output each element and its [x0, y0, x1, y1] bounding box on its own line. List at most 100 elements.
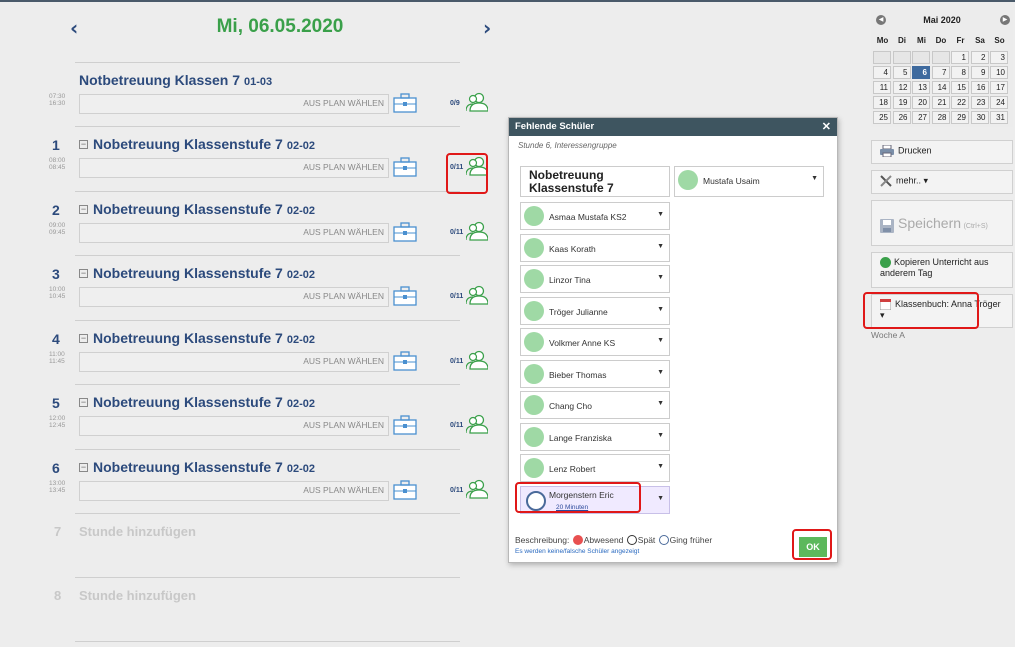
add-lesson-row[interactable]: 8 Stunde hinzufügen	[0, 578, 500, 638]
wrong-students-link[interactable]: Es werden keine/falsche Schüler angezeig…	[515, 548, 639, 555]
calendar-day[interactable]: 23	[970, 96, 989, 109]
lesson-title[interactable]: − Nobetreuung Klassenstufe 7 02-02	[79, 265, 315, 281]
lesson-title[interactable]: − Nobetreuung Klassenstufe 7 02-02	[79, 136, 315, 152]
collapse-icon[interactable]: −	[79, 463, 88, 472]
copy-lesson-button[interactable]: Kopieren Unterricht aus anderem Tag	[871, 252, 1013, 288]
calendar-day[interactable]: 17	[990, 81, 1008, 94]
chevron-down-icon[interactable]: ▼	[657, 400, 664, 407]
chevron-down-icon[interactable]: ▼	[811, 175, 818, 182]
calendar-day[interactable]: 14	[931, 81, 950, 94]
calendar-day[interactable]: 12	[892, 81, 911, 94]
calendar-day[interactable]: 19	[892, 96, 911, 109]
chevron-down-icon[interactable]: ▼	[657, 463, 664, 470]
briefcase-icon[interactable]	[393, 157, 417, 177]
calendar-next-icon[interactable]: ▶	[1000, 15, 1010, 25]
collapse-icon[interactable]: −	[79, 334, 88, 343]
calendar-day[interactable]: 11	[873, 81, 891, 94]
calendar-day[interactable]: 24	[990, 96, 1008, 109]
calendar-day[interactable]: 9	[970, 66, 989, 79]
add-lesson-label[interactable]: Stunde hinzufügen	[79, 524, 196, 539]
student-select[interactable]: Bieber Thomas ▼	[520, 359, 670, 388]
calendar-day[interactable]: 18	[873, 96, 891, 109]
chevron-down-icon[interactable]: ▼	[657, 432, 664, 439]
collapse-icon[interactable]: −	[79, 269, 88, 278]
students-icon[interactable]	[465, 414, 489, 434]
add-lesson-label[interactable]: Stunde hinzufügen	[79, 588, 196, 603]
calendar-day[interactable]: 22	[951, 96, 969, 109]
student-select[interactable]: Lange Franziska ▼	[520, 422, 670, 451]
student-select[interactable]: Chang Cho ▼	[520, 391, 670, 419]
plan-select-field[interactable]: AUS PLAN WÄHLEN	[79, 158, 389, 178]
plan-select-field[interactable]: AUS PLAN WÄHLEN	[79, 481, 389, 501]
add-lesson-row[interactable]: 7 Stunde hinzufügen	[0, 514, 500, 574]
lesson-title[interactable]: − Nobetreuung Klassenstufe 7 02-02	[79, 394, 315, 410]
plan-select-field[interactable]: AUS PLAN WÄHLEN	[79, 223, 389, 243]
close-icon[interactable]: ✕	[822, 120, 831, 133]
students-icon[interactable]	[465, 221, 489, 241]
student-select[interactable]: Volkmer Anne KS ▼	[520, 328, 670, 356]
student-select[interactable]: Linzor Tina ▼	[520, 265, 670, 293]
calendar-day[interactable]: 29	[951, 111, 969, 124]
plan-select-field[interactable]: AUS PLAN WÄHLEN	[79, 416, 389, 436]
students-icon[interactable]	[465, 285, 489, 305]
calendar-day[interactable]: 4	[873, 66, 891, 79]
chevron-down-icon[interactable]: ▼	[657, 369, 664, 376]
calendar-day[interactable]: 16	[970, 81, 989, 94]
briefcase-icon[interactable]	[393, 286, 417, 306]
student-select[interactable]: Lenz Robert ▼	[520, 454, 670, 482]
student-select[interactable]: Asmaa Mustafa KS2 ▼	[520, 202, 670, 230]
briefcase-icon[interactable]	[393, 222, 417, 242]
more-button[interactable]: mehr.. ▾	[871, 170, 1013, 194]
lesson-title[interactable]: − Nobetreuung Klassenstufe 7 02-02	[79, 330, 315, 346]
calendar-day[interactable]: 21	[931, 96, 950, 109]
plan-select-field[interactable]: AUS PLAN WÄHLEN	[79, 287, 389, 307]
calendar-day[interactable]: 26	[892, 111, 911, 124]
calendar-weekday: Di	[898, 36, 906, 45]
student-select[interactable]: Kaas Korath ▼	[520, 233, 670, 262]
chevron-down-icon[interactable]: ▼	[657, 243, 664, 250]
calendar-day[interactable]: 20	[912, 96, 930, 109]
calendar-day[interactable]: 13	[912, 81, 930, 94]
student-select[interactable]: Mustafa Usaim ▼	[674, 166, 824, 197]
briefcase-icon[interactable]	[393, 415, 417, 435]
save-button[interactable]: Speichern (Ctrl+S)	[871, 200, 1013, 246]
students-icon[interactable]	[465, 92, 489, 112]
collapse-icon[interactable]: −	[79, 398, 88, 407]
briefcase-icon[interactable]	[393, 93, 417, 113]
lesson-title[interactable]: Notbetreuung Klassen 7 01-03	[79, 72, 272, 88]
lesson-title[interactable]: − Nobetreuung Klassenstufe 7 02-02	[79, 459, 315, 475]
calendar-day[interactable]: 31	[990, 111, 1008, 124]
calendar-day[interactable]: 28	[931, 111, 950, 124]
calendar-day[interactable]: 6	[912, 66, 930, 79]
plan-select-field[interactable]: AUS PLAN WÄHLEN	[79, 352, 389, 372]
chevron-down-icon[interactable]: ▼	[657, 337, 664, 344]
plan-select-field[interactable]: AUS PLAN WÄHLEN	[79, 94, 389, 114]
briefcase-icon[interactable]	[393, 480, 417, 500]
chevron-down-icon[interactable]: ▼	[657, 211, 664, 218]
calendar-day[interactable]: 1	[951, 51, 969, 64]
calendar-day[interactable]: 5	[892, 66, 911, 79]
collapse-icon[interactable]: −	[79, 205, 88, 214]
calendar-day[interactable]: 25	[873, 111, 891, 124]
calendar-day[interactable]: 30	[970, 111, 989, 124]
calendar-day[interactable]: 27	[912, 111, 930, 124]
student-select[interactable]: Tröger Julianne ▼	[520, 296, 670, 325]
calendar-day[interactable]: 15	[951, 81, 969, 94]
chevron-down-icon[interactable]: ▼	[657, 306, 664, 313]
print-button[interactable]: Drucken	[871, 140, 1013, 164]
briefcase-icon[interactable]	[393, 351, 417, 371]
previous-day-arrow-icon[interactable]: ‹	[70, 16, 78, 40]
calendar-day[interactable]: 10	[990, 66, 1008, 79]
calendar-day[interactable]: 8	[951, 66, 969, 79]
calendar-day[interactable]: 2	[970, 51, 989, 64]
next-day-arrow-icon[interactable]: ›	[483, 16, 491, 40]
chevron-down-icon[interactable]: ▼	[657, 274, 664, 281]
attendance-count: 0/11	[450, 422, 464, 429]
lesson-title[interactable]: − Nobetreuung Klassenstufe 7 02-02	[79, 201, 315, 217]
calendar-day[interactable]: 3	[990, 51, 1008, 64]
chevron-down-icon[interactable]: ▼	[657, 495, 664, 502]
collapse-icon[interactable]: −	[79, 140, 88, 149]
students-icon[interactable]	[465, 350, 489, 370]
students-icon[interactable]	[465, 479, 489, 499]
calendar-day[interactable]: 7	[931, 66, 950, 79]
